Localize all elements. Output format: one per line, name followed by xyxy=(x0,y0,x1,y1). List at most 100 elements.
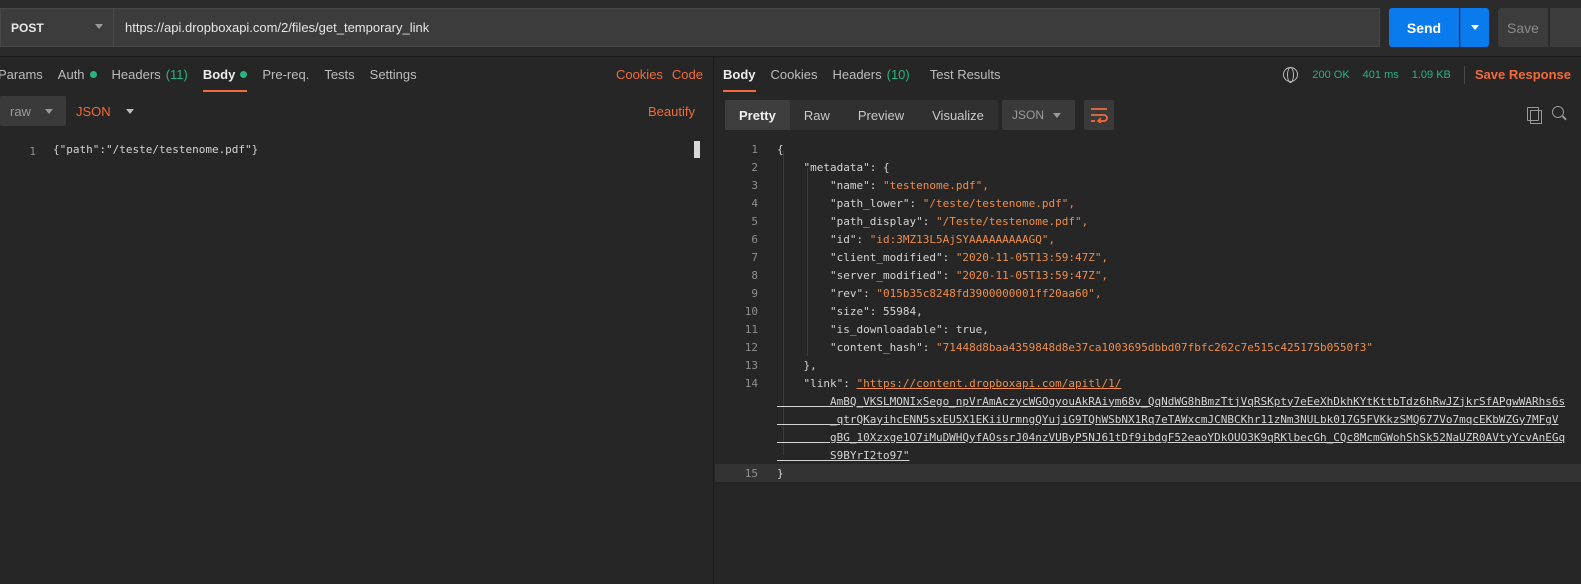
chevron-down-icon xyxy=(45,109,53,114)
tab-label: Headers xyxy=(832,67,882,82)
response-line: 13 }, xyxy=(715,356,1581,374)
code-text: "metadata": { xyxy=(777,160,890,174)
json-key: "path_lower": xyxy=(777,196,923,210)
code-text: "path_lower": "/teste/testenome.pdf", xyxy=(777,197,1075,210)
response-time: 401 ms xyxy=(1362,68,1399,81)
chevron-down-icon xyxy=(1053,113,1061,118)
response-line: 4 "path_lower": "/teste/testenome.pdf", xyxy=(715,194,1581,212)
body-language-select[interactable]: JSON xyxy=(76,96,136,126)
tab-headers[interactable]: Headers (11) xyxy=(112,57,188,92)
line-number: 2 xyxy=(751,160,758,174)
json-key: "path_display": xyxy=(777,214,936,228)
tab-body[interactable]: Body xyxy=(202,57,248,92)
line-number: 3 xyxy=(751,178,758,192)
chevron-down-icon xyxy=(1471,25,1479,30)
code-text: "rev": "015b35c8248fd3900000001ff20aa60"… xyxy=(777,287,1102,300)
json-key: "link": xyxy=(777,376,857,390)
json-value: "/teste/testenome.pdf", xyxy=(922,196,1076,210)
response-tabs: Body Cookies Headers (10) Test Results xyxy=(723,57,1016,92)
response-size: 1.09 KB xyxy=(1411,68,1451,81)
save-response-button[interactable]: Save Response xyxy=(1475,67,1571,82)
request-body-editor[interactable]: 1 {"path":"/teste/testenome.pdf"} xyxy=(0,139,705,584)
tab-settings[interactable]: Settings xyxy=(370,57,417,92)
divider xyxy=(1463,65,1465,84)
code-text: "path_display": "/Teste/testenome.pdf", xyxy=(777,215,1088,228)
chevron-down-icon xyxy=(95,24,103,29)
tab-pre-request[interactable]: Pre-req. xyxy=(262,57,309,92)
tab-test-results[interactable]: Test Results xyxy=(930,57,1001,92)
tab-label: Pre-req. xyxy=(262,67,310,82)
search-icon[interactable] xyxy=(1552,106,1564,118)
send-options-button[interactable] xyxy=(1460,8,1489,47)
cookies-link[interactable]: Cookies xyxy=(616,67,663,82)
line-number: 5 xyxy=(751,214,758,228)
response-body-viewer[interactable]: 1{ 2 "metadata": { 3 "name": "testenome.pd… xyxy=(715,140,1581,584)
json-key: "size": xyxy=(777,304,883,318)
tab-count: (11) xyxy=(165,67,188,82)
line-number: 8 xyxy=(751,268,758,282)
request-url-bar: POST https://api.dropboxapi.com/2/files/… xyxy=(0,0,1581,57)
tab-response-body[interactable]: Body xyxy=(723,57,756,92)
view-pretty[interactable]: Pretty xyxy=(725,100,790,130)
response-line: gBG_10Xzxge1O7iMuDWHQyfAOssrJ04nzVUByP5N… xyxy=(715,428,1581,446)
editor-scrollbar[interactable] xyxy=(694,141,700,158)
code-text: }, xyxy=(777,358,817,372)
tab-response-headers[interactable]: Headers (10) xyxy=(832,57,909,92)
status-dot-icon xyxy=(240,71,248,78)
tab-label: Body xyxy=(723,67,756,82)
line-number: 6 xyxy=(751,232,758,246)
response-line: 7 "client_modified": "2020-11-05T13:59:4… xyxy=(715,248,1581,266)
response-line: 8 "server_modified": "2020-11-05T13:59:4… xyxy=(715,266,1581,284)
tab-count: (10) xyxy=(886,67,910,82)
json-value: true, xyxy=(955,322,989,336)
line-number: 12 xyxy=(744,340,758,354)
save-options-button[interactable] xyxy=(1549,8,1581,47)
method-select[interactable]: POST xyxy=(0,8,114,47)
send-button[interactable]: Send xyxy=(1389,8,1459,47)
url-input[interactable]: https://api.dropboxapi.com/2/files/get_t… xyxy=(114,8,1380,47)
response-format-select[interactable]: JSON xyxy=(1002,100,1075,130)
beautify-label: Beautify xyxy=(648,103,695,119)
view-raw[interactable]: Raw xyxy=(790,100,844,130)
view-preview[interactable]: Preview xyxy=(844,100,918,130)
line-number: 10 xyxy=(744,304,758,318)
code-link[interactable]: Code xyxy=(672,67,703,82)
response-status-bar: 200 OK 401 ms 1.09 KB Save Response xyxy=(1283,57,1581,92)
save-button[interactable]: Save xyxy=(1498,8,1548,47)
status-dot-icon xyxy=(89,71,97,78)
tab-params[interactable]: Params xyxy=(0,57,43,92)
url-text: https://api.dropboxapi.com/2/files/get_t… xyxy=(125,20,430,35)
response-line: 6 "id": "id:3MZ13L5AjSYAAAAAAAAAGQ", xyxy=(715,230,1581,248)
view-visualize[interactable]: Visualize xyxy=(918,100,998,130)
globe-icon[interactable] xyxy=(1283,67,1299,83)
copy-icon[interactable] xyxy=(1527,107,1542,124)
code-text: "id": "id:3MZ13L5AjSYAAAAAAAAAGQ", xyxy=(777,233,1055,246)
response-line: 9 "rev": "015b35c8248fd3900000001ff20aa6… xyxy=(715,284,1581,302)
tab-label: Headers xyxy=(111,67,161,82)
response-line: 14 "link": "https://content.dropboxapi.c… xyxy=(715,374,1581,392)
json-value: "015b35c8248fd3900000001ff20aa60", xyxy=(876,286,1102,300)
json-value: "/Teste/testenome.pdf", xyxy=(935,214,1089,228)
response-line: 15} xyxy=(715,464,1581,482)
code-text: S9BYrI2to97" xyxy=(777,448,910,462)
save-label: Save xyxy=(1507,19,1539,36)
response-line: 3 "name": "testenome.pdf", xyxy=(715,176,1581,194)
wrap-lines-icon xyxy=(1091,108,1108,123)
request-tabs: Params Auth Headers (11) Body Pre-req. Te… xyxy=(0,57,432,92)
tab-response-cookies[interactable]: Cookies xyxy=(771,57,818,92)
view-mode-switch: Pretty Raw Preview Visualize xyxy=(725,100,998,130)
tab-label: Cookies xyxy=(770,67,818,82)
body-mode-select[interactable]: raw xyxy=(0,96,66,126)
tab-tests[interactable]: Tests xyxy=(324,57,354,92)
json-key: "client_modified": xyxy=(777,250,956,264)
code-text: gBG_10Xzxge1O7iMuDWHQyfAOssrJ04nzVUByP5N… xyxy=(777,430,1566,444)
response-line: 1{ xyxy=(715,140,1581,158)
json-link-value[interactable]: "https://content.dropboxapi.com/apitl/1/ xyxy=(856,377,1121,390)
response-line: 12 "content_hash": "71448d8baa4359848d8e… xyxy=(715,338,1581,356)
request-links: Cookies Code xyxy=(607,57,703,92)
tab-auth[interactable]: Auth xyxy=(58,57,97,92)
wrap-lines-button[interactable] xyxy=(1084,100,1114,130)
code-text: "is_downloadable": true, xyxy=(777,323,989,336)
beautify-link[interactable]: Beautify xyxy=(648,96,695,126)
body-type-controls: raw JSON xyxy=(0,96,136,126)
